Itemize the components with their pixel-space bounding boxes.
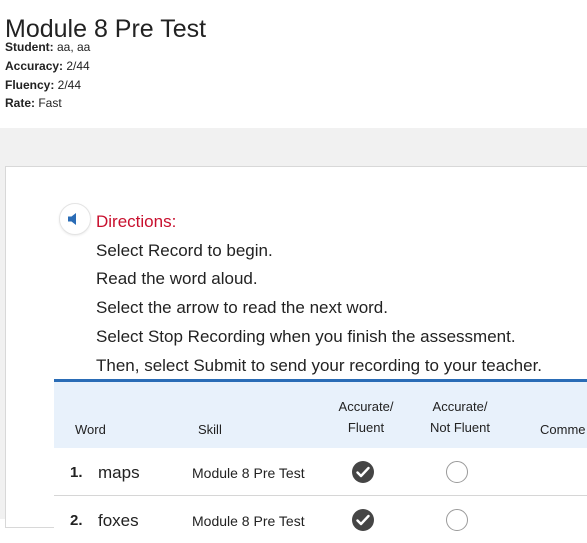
fluency-value: 2/44 [54,78,82,92]
checkmark-icon [356,466,370,478]
row-word: foxes [98,511,139,530]
direction-line: Select the arrow to read the next word. [96,298,388,317]
accuracy-label: Accuracy: [5,59,64,73]
row-number: 2. [70,512,83,529]
column-header-comments: Comme [540,422,586,437]
direction-line: Select Record to begin. [96,241,273,260]
row-skill: Module 8 Pre Test [192,465,305,481]
table-row: 1. maps Module 8 Pre Test [54,448,587,495]
fluency-label: Fluency: [5,78,55,92]
header-line: Fluent [347,420,385,435]
accurate-not-fluent-radio[interactable] [446,461,468,483]
table-row: 2. foxes Module 8 Pre Test [54,495,587,543]
accurate-fluent-radio[interactable] [352,461,374,483]
student-info: Student: aa, aa [5,40,90,54]
direction-line: Then, select Submit to send your recordi… [96,356,543,375]
play-directions-button[interactable] [59,203,91,235]
direction-line: Select Stop Recording when you finish th… [96,327,516,346]
fluency-info: Fluency: 2/44 [5,78,81,92]
row-number: 1. [70,464,83,481]
rate-value: Fast [35,96,62,110]
row-word: maps [98,463,140,482]
direction-line: Read the word aloud. [96,269,258,288]
header-line: Not Fluent [430,420,490,435]
speaker-icon [68,213,76,225]
accurate-not-fluent-radio[interactable] [446,509,468,531]
row-skill: Module 8 Pre Test [192,513,305,529]
header-line: Accurate/ [432,399,488,414]
header-line: Accurate/ [338,399,394,414]
table-header: Word Skill Accurate/ Fluent Accurate/ No… [54,382,587,448]
accurate-fluent-radio[interactable] [352,509,374,531]
column-header-accurate-fluent: Accurate/ Fluent [330,396,402,438]
rate-info: Rate: Fast [5,96,62,110]
words-table: Word Skill Accurate/ Fluent Accurate/ No… [54,379,587,543]
column-header-accurate-not-fluent: Accurate/ Not Fluent [422,396,498,438]
student-value: aa, aa [53,40,91,54]
accuracy-info: Accuracy: 2/44 [5,59,90,73]
directions-title: Directions: [96,212,177,231]
checkmark-icon [356,514,370,526]
column-header-skill: Skill [198,422,222,437]
column-header-word: Word [75,422,106,437]
rate-label: Rate: [5,96,36,110]
accuracy-value: 2/44 [63,59,90,73]
student-label: Student: [5,40,54,54]
